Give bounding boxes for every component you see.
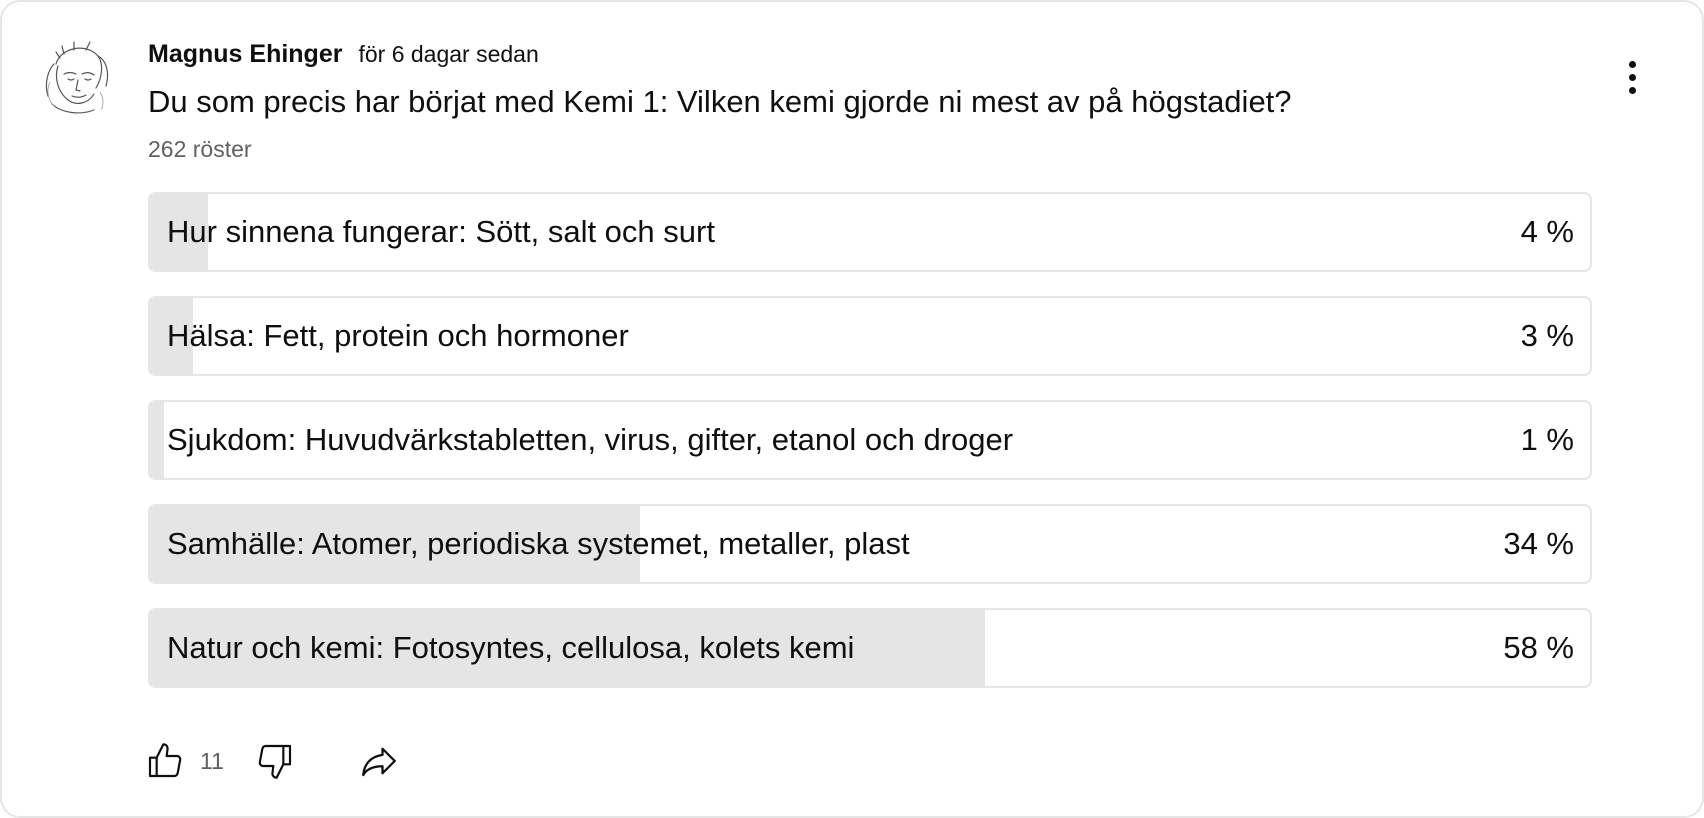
- poll-option-percent: 58 %: [1503, 630, 1574, 665]
- share-icon: [362, 747, 396, 777]
- more-vertical-icon: [1628, 73, 1636, 81]
- author-avatar[interactable]: [34, 34, 118, 118]
- action-bar: 11: [142, 738, 402, 784]
- like-count: 11: [200, 747, 224, 774]
- poll-option-percent: 1 %: [1520, 422, 1574, 457]
- poll-option-label: Hur sinnena fungerar: Sött, salt och sur…: [167, 214, 715, 249]
- poll-option[interactable]: Hur sinnena fungerar: Sött, salt och sur…: [148, 192, 1592, 272]
- poll-option-percent: 3 %: [1520, 318, 1574, 353]
- thumbs-up-icon: [148, 743, 182, 778]
- poll-question: Du som precis har börjat med Kemi 1: Vil…: [148, 84, 1292, 119]
- poll-option-percent: 34 %: [1503, 526, 1574, 561]
- poll-option-label: Hälsa: Fett, protein och hormoner: [167, 318, 629, 353]
- more-vertical-icon: [1628, 86, 1636, 94]
- vote-count: 262 röster: [148, 136, 252, 162]
- post-header: Magnus Ehinger för 6 dagar sedan: [148, 40, 539, 69]
- more-options-button[interactable]: [1612, 52, 1652, 102]
- thumbs-down-icon: [258, 744, 291, 779]
- post-time[interactable]: för 6 dagar sedan: [358, 41, 538, 68]
- poll-option-label: Samhälle: Atomer, periodiska systemet, m…: [167, 526, 910, 561]
- dislike-button[interactable]: [252, 738, 298, 784]
- poll-option-label: Natur och kemi: Fotosyntes, cellulosa, k…: [167, 630, 855, 665]
- poll-option-percent: 4 %: [1520, 214, 1574, 249]
- poll-option-fill: [150, 402, 165, 478]
- more-vertical-icon: [1628, 60, 1636, 68]
- poll-option[interactable]: Natur och kemi: Fotosyntes, cellulosa, k…: [148, 608, 1592, 688]
- like-button[interactable]: [142, 738, 188, 784]
- share-button[interactable]: [356, 738, 402, 784]
- poll-option[interactable]: Hälsa: Fett, protein och hormoner 3 %: [148, 296, 1592, 376]
- poll-options: Hur sinnena fungerar: Sött, salt och sur…: [148, 192, 1592, 712]
- poll-post-card: Magnus Ehinger för 6 dagar sedan Du som …: [0, 0, 1704, 818]
- poll-option-label: Sjukdom: Huvudvärkstabletten, virus, gif…: [167, 422, 1014, 457]
- poll-option[interactable]: Sjukdom: Huvudvärkstabletten, virus, gif…: [148, 400, 1592, 480]
- poll-option[interactable]: Samhälle: Atomer, periodiska systemet, m…: [148, 504, 1592, 584]
- author-sketch-image: [45, 41, 109, 114]
- author-name[interactable]: Magnus Ehinger: [148, 40, 342, 69]
